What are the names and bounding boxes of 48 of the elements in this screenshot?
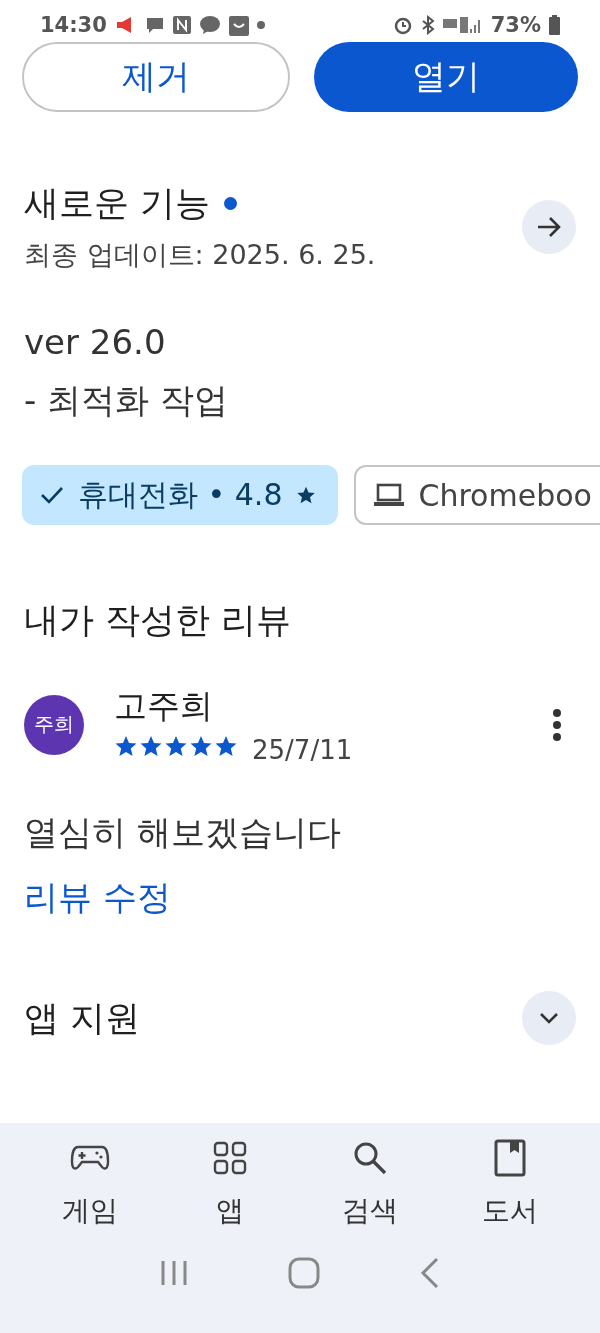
star-icon xyxy=(114,734,138,758)
home-icon[interactable] xyxy=(288,1257,320,1289)
release-note: - 최적화 작업 xyxy=(24,379,229,422)
update-date: 최종 업데이트: 2025. 6. 25. xyxy=(24,238,376,272)
bluetooth-icon xyxy=(420,15,435,35)
clock-time: 14:30 xyxy=(40,13,107,37)
recents-icon[interactable] xyxy=(160,1259,188,1287)
edit-review-link[interactable]: 리뷰 수정 xyxy=(24,877,171,917)
back-icon[interactable] xyxy=(420,1257,440,1289)
square-app-icon xyxy=(172,16,191,34)
signal-icon xyxy=(442,15,483,35)
open-button[interactable]: 열기 xyxy=(314,42,578,112)
nav-tab[interactable]: 게임 xyxy=(35,1137,145,1231)
chat-icon xyxy=(144,15,165,35)
speech-bubble-icon xyxy=(198,15,221,35)
review-date: 25/7/11 xyxy=(252,735,353,765)
grid-icon xyxy=(213,1141,247,1175)
bag-icon xyxy=(228,14,249,36)
section-title: 내가 작성한 리뷰 xyxy=(24,599,293,642)
release-note: ver 26.0 xyxy=(24,321,167,364)
star-icon xyxy=(164,734,188,758)
section-title: 앱 지원 xyxy=(24,996,141,1040)
check-icon xyxy=(40,485,64,505)
nav-tab[interactable]: 도서 xyxy=(455,1137,565,1231)
nav-tab[interactable]: 앱 xyxy=(175,1137,285,1231)
more-icon[interactable] xyxy=(552,708,562,741)
nav-tab[interactable]: 검색 xyxy=(315,1137,425,1231)
arrow-button[interactable] xyxy=(522,199,576,254)
star-icon xyxy=(214,734,238,758)
battery-icon xyxy=(549,15,560,35)
search-icon xyxy=(352,1140,388,1176)
review-text: 열심히 해보겠습니다 xyxy=(24,811,342,854)
section-title: 새로운 기능 xyxy=(24,182,211,225)
author-name: 고주희 xyxy=(114,685,214,727)
avatar: 주희 xyxy=(24,694,84,755)
book-icon xyxy=(494,1139,526,1177)
dot-icon xyxy=(256,21,265,29)
battery-percent: 73% xyxy=(490,13,541,37)
star-icon xyxy=(139,734,163,758)
expand-button[interactable] xyxy=(522,991,576,1045)
laptop-icon xyxy=(374,483,405,507)
arrow-icon xyxy=(536,215,562,238)
alarm-icon xyxy=(392,15,413,35)
device-chip[interactable]: Chromeboo xyxy=(354,465,600,525)
star-icon xyxy=(189,734,213,758)
uninstall-button[interactable]: 제거 xyxy=(22,42,290,112)
device-chip[interactable]: 휴대전화 • 4.8 xyxy=(22,465,339,525)
chevron-down-icon xyxy=(539,1012,559,1024)
